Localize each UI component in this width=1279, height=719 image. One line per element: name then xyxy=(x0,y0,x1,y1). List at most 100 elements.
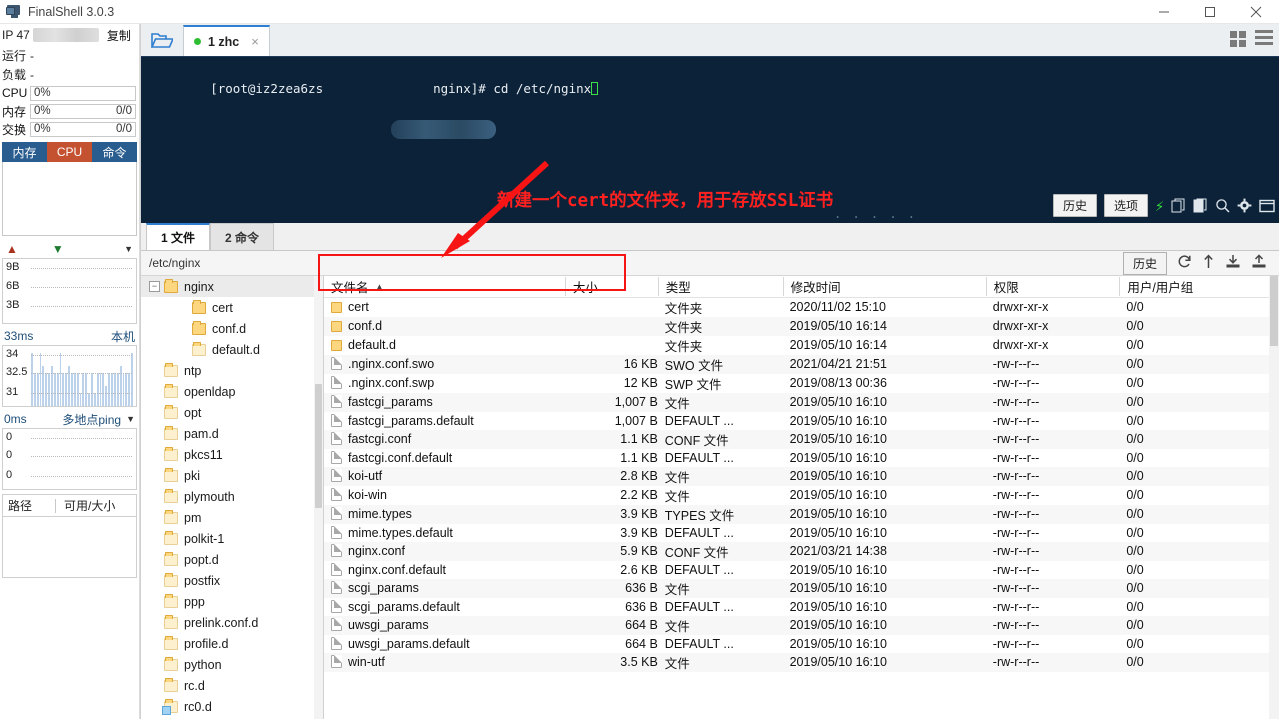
table-row[interactable]: .nginx.conf.swp 12 KB SWP 文件 2019/08/13 00:… xyxy=(324,374,1279,393)
tab-commands-panel[interactable]: 2 命令 xyxy=(210,223,275,250)
paste-icon[interactable] xyxy=(1193,198,1208,213)
tree-node-ppp[interactable]: ppp xyxy=(141,591,323,612)
tree-node-rc0-d[interactable]: rc0.d xyxy=(141,696,323,717)
file-icon xyxy=(331,450,342,464)
terminal-options-button[interactable]: 选项 xyxy=(1103,194,1148,217)
close-tab-icon[interactable]: × xyxy=(251,34,259,49)
tree-node-cert[interactable]: cert xyxy=(141,297,323,318)
tree-node-label: openldap xyxy=(184,384,236,399)
server-ip-label: IP 47 xyxy=(2,28,30,42)
col-size[interactable]: 大小 xyxy=(564,276,658,298)
multiping-y-label-2: 0 xyxy=(6,449,13,461)
table-row[interactable]: mime.types 3.9 KB TYPES 文件 2019/05/10 16:10… xyxy=(324,504,1279,524)
folder-icon xyxy=(164,614,178,629)
table-row[interactable]: koi-win 2.2 KB 文件 2019/05/10 16:10 -rw-r--r-… xyxy=(324,486,1279,505)
tree-node-default-d[interactable]: default.d xyxy=(141,339,323,360)
table-row[interactable]: nginx.conf 5.9 KB CONF 文件 2021/03/21 14:38-… xyxy=(324,541,1279,561)
table-row[interactable]: fastcgi.conf 1.1 KB CONF 文件 2019/05/10 16:1… xyxy=(324,429,1279,449)
tree-node-ntp[interactable]: ntp xyxy=(141,360,323,381)
directory-tree[interactable]: − nginx cert conf.d default.d ntp openldap opt p… xyxy=(141,276,324,719)
tree-node-postfix[interactable]: postfix xyxy=(141,570,323,591)
copy-icon[interactable] xyxy=(1171,198,1186,213)
multiping-dropdown-icon[interactable]: ▼ xyxy=(126,414,135,424)
table-row[interactable]: fastcgi_params 1,007 B 文件 2019/05/10 16:10-… xyxy=(324,392,1279,412)
table-row[interactable]: conf.d 文件夹 2019/05/10 16:14 drwxr-xr-x 0/0 xyxy=(324,316,1279,336)
minimize-button[interactable] xyxy=(1141,0,1187,24)
table-row[interactable]: default.d 文件夹 2019/05/10 16:14 drwxr-xr-x 0/… xyxy=(324,336,1279,355)
tree-node-openldap[interactable]: openldap xyxy=(141,381,323,402)
table-row[interactable]: cert 文件夹 2020/11/02 15:10 drwxr-xr-x 0/0 xyxy=(324,297,1279,317)
tab-memory[interactable]: 内存 xyxy=(2,142,47,162)
ping-graph-header: 33ms 本机 xyxy=(0,327,139,345)
copy-ip-button[interactable]: 复制 xyxy=(107,27,131,44)
table-row[interactable]: mime.types.default 3.9 KB DEFAULT ... 2019/… xyxy=(324,524,1279,542)
table-row[interactable]: scgi_params 636 B 文件 2019/05/10 16:10 -rw-r-… xyxy=(324,578,1279,598)
tree-node-pm[interactable]: pm xyxy=(141,507,323,528)
file-icon xyxy=(331,395,342,408)
col-owner[interactable]: 用户/用户组 xyxy=(1119,276,1279,298)
cell-owner: 0/0 xyxy=(1126,413,1144,428)
tree-node-conf-d[interactable]: conf.d xyxy=(141,318,323,339)
cell-owner: 0/0 xyxy=(1126,450,1144,465)
col-filename[interactable]: 文件名 ▲ xyxy=(324,276,565,298)
tree-scrollbar[interactable] xyxy=(314,276,323,719)
open-folder-icon[interactable] xyxy=(141,24,183,56)
maximize-button[interactable] xyxy=(1187,0,1233,24)
tree-node-pam-d[interactable]: pam.d xyxy=(141,423,323,444)
close-button[interactable] xyxy=(1233,0,1279,24)
col-perm[interactable]: 权限 xyxy=(985,276,1120,298)
terminal-output[interactable]: [root@iz2zea6zs nginx]# cd /etc/nginx 新建一… xyxy=(141,57,1279,223)
table-row[interactable]: uwsgi_params 664 B 文件 2019/05/10 16:10 -rw-r… xyxy=(324,615,1279,635)
tree-node-pki[interactable]: pki xyxy=(141,465,323,486)
current-path-input[interactable]: /etc/nginx xyxy=(141,256,200,270)
list-layout-icon[interactable] xyxy=(1255,30,1273,48)
tree-node-rc-d[interactable]: rc.d xyxy=(141,675,323,696)
table-row[interactable]: scgi_params.default 636 B DEFAULT ... 2019/… xyxy=(324,598,1279,616)
table-row[interactable]: fastcgi.conf.default 1.1 KB DEFAULT ... 201… xyxy=(324,449,1279,467)
tree-node-polkit-1[interactable]: polkit-1 xyxy=(141,528,323,549)
download-arrow-icon: ▼ xyxy=(51,242,64,256)
search-icon[interactable] xyxy=(1215,198,1230,213)
terminal-history-button[interactable]: 历史 xyxy=(1052,194,1097,217)
cell-filename: scgi_params xyxy=(324,578,565,598)
tree-node-python[interactable]: python xyxy=(141,654,323,675)
upload-icon[interactable] xyxy=(1251,254,1267,272)
tab-files[interactable]: 1 文件 xyxy=(146,223,211,250)
lightning-icon[interactable]: ⚡ xyxy=(1155,197,1164,215)
file-icon xyxy=(331,581,342,594)
tree-node-prelink-conf-d[interactable]: prelink.conf.d xyxy=(141,612,323,633)
table-row[interactable]: koi-utf 2.8 KB 文件 2019/05/10 16:10 -rw-r--r-… xyxy=(324,466,1279,486)
session-tab-zhc[interactable]: 1 zhc × xyxy=(183,25,270,56)
table-row[interactable]: uwsgi_params.default 664 B DEFAULT ... 2019… xyxy=(324,635,1279,653)
tab-cpu[interactable]: CPU xyxy=(47,142,92,162)
cell-type: TYPES 文件 xyxy=(657,504,783,524)
cell-filename: scgi_params.default xyxy=(324,598,565,616)
tree-node-nginx[interactable]: − nginx xyxy=(141,276,323,297)
grid-layout-icon[interactable] xyxy=(1230,31,1246,47)
col-type[interactable]: 类型 xyxy=(657,276,783,298)
cell-mtime: 2019/05/10 16:10 xyxy=(782,652,986,672)
tree-node-profile-d[interactable]: profile.d xyxy=(141,633,323,654)
file-history-button[interactable]: 历史 xyxy=(1122,251,1167,275)
table-row[interactable]: .nginx.conf.swo 16 KB SWO 文件 2021/04/21 21:… xyxy=(324,354,1279,374)
file-list[interactable]: 文件名 ▲ 大小 类型 修改时间 权限 用户/用户组 cert 文件夹 2020/11… xyxy=(324,276,1279,719)
col-mtime[interactable]: 修改时间 xyxy=(782,276,986,298)
tree-node-popt-d[interactable]: popt.d xyxy=(141,549,323,570)
gear-icon[interactable] xyxy=(1237,198,1252,213)
table-row[interactable]: win-utf 3.5 KB 文件 2019/05/10 16:10 -rw-r--r-… xyxy=(324,652,1279,672)
up-level-icon[interactable] xyxy=(1202,254,1215,272)
tab-commands[interactable]: 命令 xyxy=(92,142,137,162)
tree-expander-icon[interactable]: − xyxy=(149,281,160,292)
folder-icon xyxy=(192,341,206,356)
window-icon[interactable] xyxy=(1259,199,1275,213)
tree-node-plymouth[interactable]: plymouth xyxy=(141,486,323,507)
tree-node-pkcs11[interactable]: pkcs11 xyxy=(141,444,323,465)
cell-perm: -rw-r--r-- xyxy=(992,376,1040,390)
file-list-scrollbar[interactable] xyxy=(1269,276,1279,719)
refresh-icon[interactable] xyxy=(1177,254,1192,272)
table-row[interactable]: nginx.conf.default 2.6 KB DEFAULT ... 2019/… xyxy=(324,561,1279,579)
tree-node-opt[interactable]: opt xyxy=(141,402,323,423)
table-row[interactable]: fastcgi_params.default 1,007 B DEFAULT ...… xyxy=(324,412,1279,430)
network-dropdown-icon[interactable]: ▼ xyxy=(124,244,133,254)
download-icon[interactable] xyxy=(1225,254,1241,272)
